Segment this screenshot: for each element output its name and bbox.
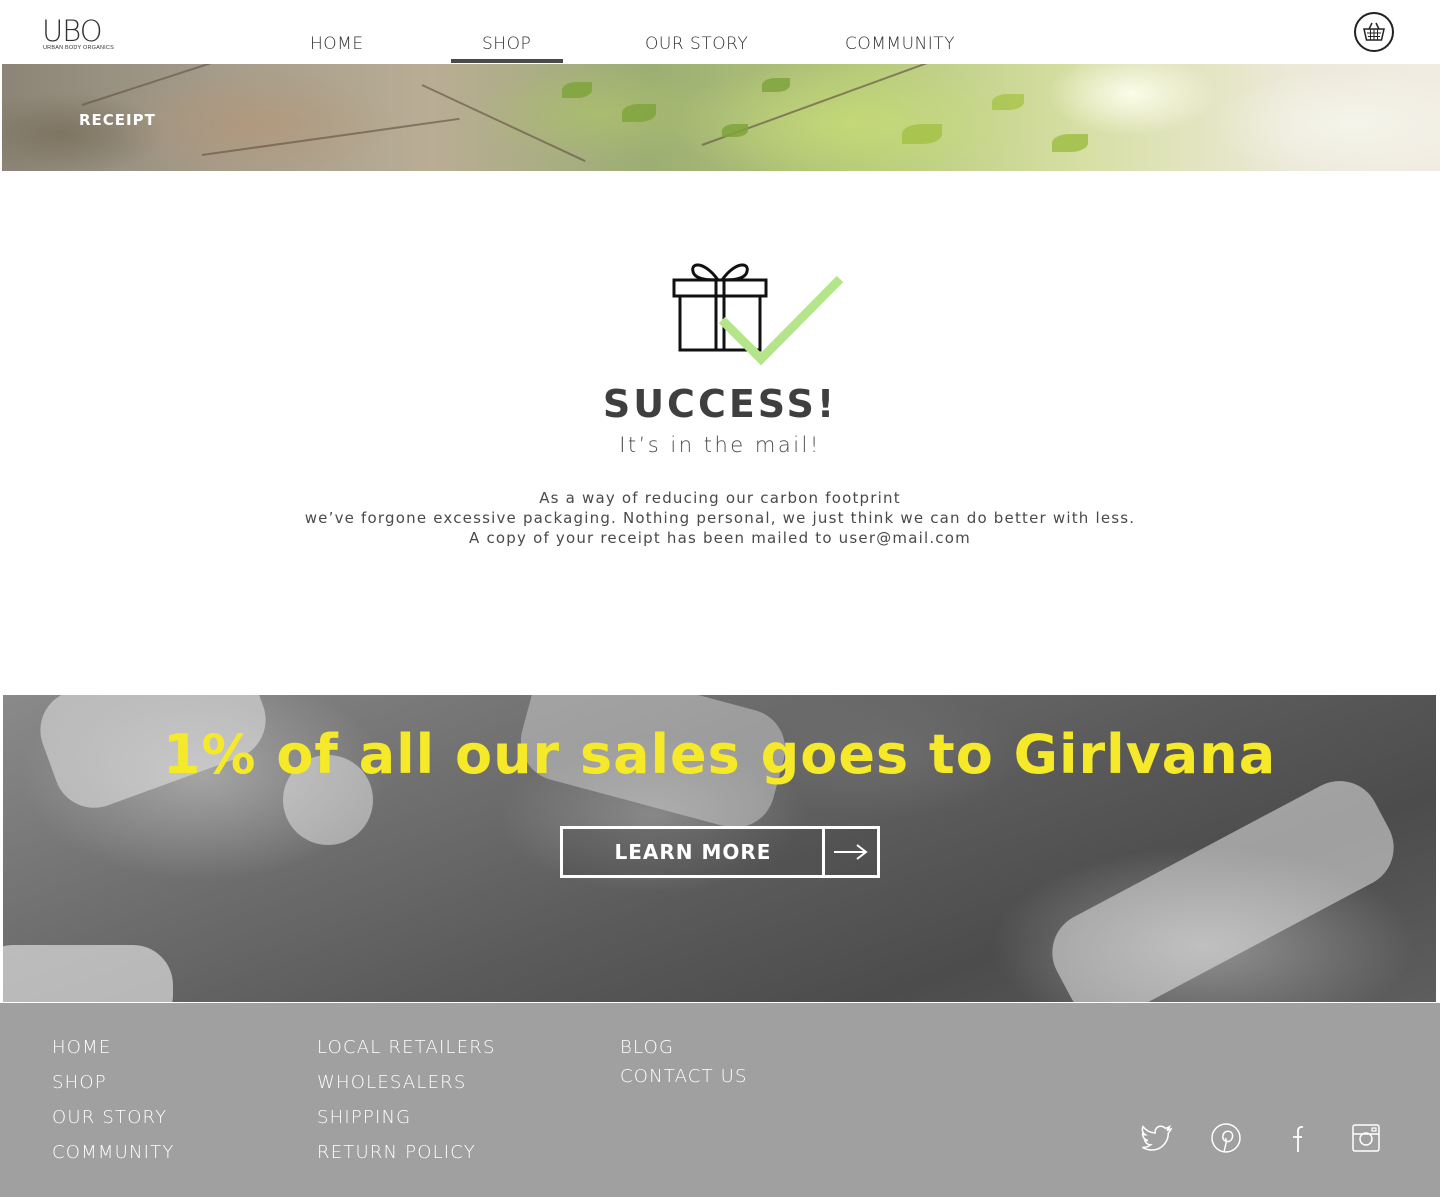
promo-title: 1% of all our sales goes to Girlvana	[162, 723, 1277, 786]
promo-photo-shape	[3, 945, 173, 1002]
success-message-line: As a way of reducing our carbon footprin…	[539, 489, 901, 507]
banner-leaf	[1052, 134, 1088, 152]
logo[interactable]: UBO URBAN BODY ORGANICS	[42, 14, 122, 54]
button-divider	[822, 829, 825, 875]
footer-link-contact-us[interactable]: CONTACT US	[620, 1066, 748, 1087]
gift-check-icon	[672, 263, 844, 366]
banner-leaf	[722, 124, 748, 137]
twitter-icon[interactable]	[1141, 1122, 1173, 1154]
footer-link-wholesalers[interactable]: WHOLESALERS	[317, 1072, 467, 1093]
success-message-line: we’ve forgone excessive packaging. Nothi…	[304, 509, 1136, 527]
footer-link-shipping[interactable]: SHIPPING	[317, 1107, 411, 1128]
success-title: SUCCESS!	[602, 382, 838, 426]
nav-our-story[interactable]: OUR STORY	[645, 34, 748, 54]
success-message-line: A copy of your receipt has been mailed t…	[469, 529, 971, 547]
banner-leaf	[992, 94, 1024, 110]
banner-leaf	[562, 82, 592, 98]
nav-community[interactable]: COMMUNITY	[845, 34, 955, 54]
site-footer	[0, 1003, 1440, 1197]
cart-button[interactable]	[1354, 12, 1394, 52]
footer-link-home[interactable]: HOME	[52, 1037, 111, 1058]
footer-link-blog[interactable]: BLOG	[620, 1037, 674, 1058]
basket-icon	[1363, 22, 1385, 41]
banner-branch	[201, 117, 460, 156]
banner-leaf	[762, 78, 790, 92]
arrow-right-icon	[834, 844, 868, 860]
logo-text: UBO	[42, 14, 103, 48]
instagram-icon[interactable]	[1350, 1122, 1382, 1154]
footer-link-return-policy[interactable]: RETURN POLICY	[317, 1142, 476, 1163]
learn-more-button[interactable]: LEARN MORE	[560, 826, 880, 878]
banner-leaf	[622, 104, 656, 122]
banner-branch	[81, 64, 273, 106]
site-header: UBO URBAN BODY ORGANICS HOME SHOP OUR ST…	[0, 0, 1440, 64]
page-banner	[2, 64, 1440, 171]
banner-leaf	[902, 124, 942, 144]
facebook-icon[interactable]	[1280, 1122, 1312, 1154]
footer-link-shop[interactable]: SHOP	[52, 1072, 107, 1093]
learn-more-label: LEARN MORE	[614, 840, 772, 864]
page-title: RECEIPT	[79, 111, 156, 129]
pinterest-icon[interactable]	[1210, 1122, 1242, 1154]
nav-shop[interactable]: SHOP	[482, 34, 531, 54]
nav-active-indicator	[451, 59, 563, 63]
promo-photo-shape	[1038, 766, 1408, 1002]
footer-link-community[interactable]: COMMUNITY	[52, 1142, 175, 1163]
nav-home[interactable]: HOME	[310, 34, 364, 54]
promo-section: 1% of all our sales goes to Girlvana LEA…	[3, 695, 1436, 1002]
banner-branch	[421, 84, 586, 162]
logo-subtext: URBAN BODY ORGANICS	[43, 45, 114, 51]
success-subtitle: It’s in the mail!	[619, 433, 821, 457]
footer-link-our-story[interactable]: OUR STORY	[52, 1107, 167, 1128]
footer-link-local-retailers[interactable]: LOCAL RETAILERS	[317, 1037, 496, 1058]
